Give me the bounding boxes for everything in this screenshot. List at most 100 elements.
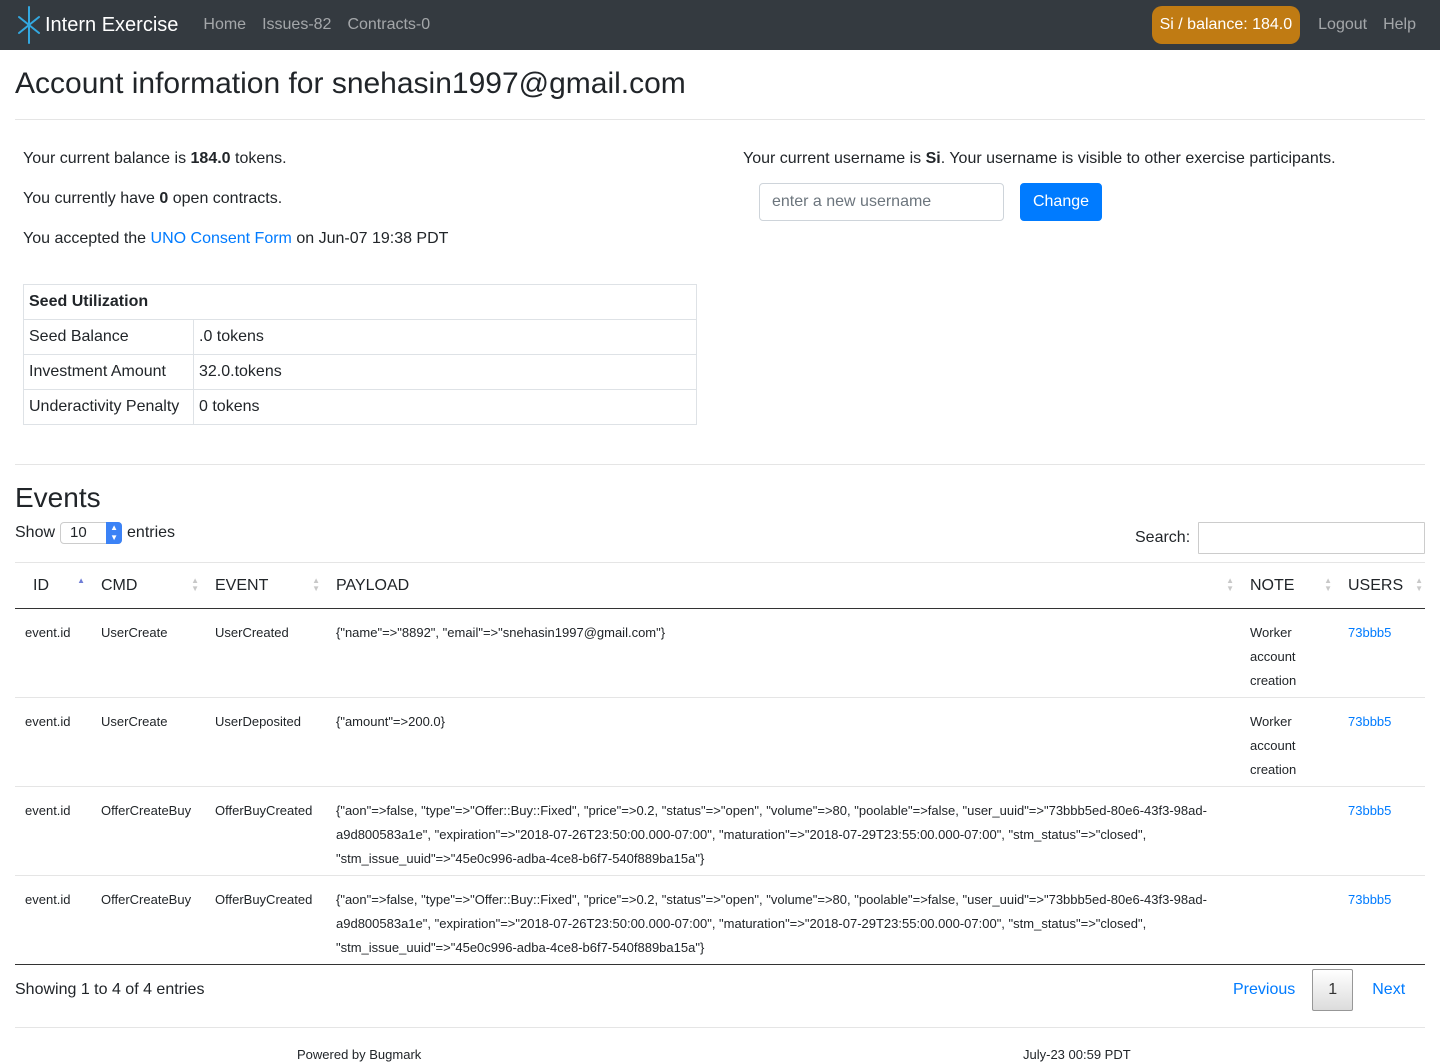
contracts-info: You currently have 0 open contracts. bbox=[23, 190, 282, 208]
balance-info: Your current balance is 184.0 tokens. bbox=[23, 150, 287, 168]
seed-label: Seed Balance bbox=[23, 319, 194, 355]
nav-home[interactable]: Home bbox=[203, 16, 246, 34]
navbar-right: Si / balance: 184.0 Logout Help bbox=[1151, 0, 1416, 50]
previous-page-button[interactable]: Previous bbox=[1216, 969, 1312, 1011]
seed-table-title: Seed Utilization bbox=[23, 284, 697, 320]
event-name: UserDeposited bbox=[205, 697, 326, 787]
table-row: event.id UserCreate UserDeposited {"amou… bbox=[15, 697, 1425, 787]
column-header-label: NOTE bbox=[1250, 576, 1295, 594]
change-username-button[interactable]: Change bbox=[1020, 183, 1102, 221]
nav-issues[interactable]: Issues-82 bbox=[262, 16, 331, 34]
event-note bbox=[1240, 875, 1338, 965]
seed-value: .0 tokens bbox=[193, 319, 697, 355]
sort-icon: ▲ ▼ bbox=[312, 576, 320, 593]
event-payload: {"name"=>"8892", "email"=>"snehasin1997@… bbox=[336, 625, 666, 640]
balance-prefix: Your current balance is bbox=[23, 150, 191, 167]
event-note bbox=[1240, 786, 1338, 876]
column-header-note[interactable]: NOTE ▲ ▼ bbox=[1240, 562, 1338, 609]
event-cmd: OfferCreateBuy bbox=[91, 786, 205, 876]
event-user-link[interactable]: 73bbb5 bbox=[1348, 892, 1391, 907]
column-header-id[interactable]: ID ▲ bbox=[15, 562, 91, 609]
sort-icon: ▲ ▼ bbox=[1324, 576, 1332, 593]
event-user-link[interactable]: 73bbb5 bbox=[1348, 803, 1391, 818]
event-id: event.id bbox=[15, 697, 91, 787]
sort-ascending-icon: ▲ bbox=[77, 576, 85, 585]
consent-form-link[interactable]: UNO Consent Form bbox=[151, 230, 292, 247]
username-input[interactable] bbox=[759, 183, 1004, 221]
pagination: Previous 1 Next bbox=[1216, 969, 1422, 1011]
contracts-value: 0 bbox=[159, 190, 169, 207]
username-value: Si bbox=[925, 150, 941, 167]
page-title: Account information for snehasin1997@gma… bbox=[15, 67, 686, 100]
balance-suffix: tokens. bbox=[230, 150, 287, 167]
sort-icon: ▲ ▼ bbox=[191, 576, 199, 593]
event-name: OfferBuyCreated bbox=[205, 875, 326, 965]
event-cmd: UserCreate bbox=[91, 697, 205, 787]
sort-icon: ▲ ▼ bbox=[1415, 576, 1423, 593]
seed-utilization-table: Seed Utilization Seed Balance .0 tokens … bbox=[23, 284, 697, 425]
table-row: event.id OfferCreateBuy OfferBuyCreated … bbox=[15, 786, 1425, 876]
search-label: Search: bbox=[1135, 529, 1191, 546]
divider bbox=[15, 464, 1425, 465]
column-header-event[interactable]: EVENT ▲ ▼ bbox=[205, 562, 326, 609]
seed-label: Underactivity Penalty bbox=[23, 389, 194, 425]
divider bbox=[15, 119, 1425, 120]
show-label: Show bbox=[15, 524, 56, 541]
event-user-link[interactable]: 73bbb5 bbox=[1348, 714, 1391, 729]
column-header-payload[interactable]: PAYLOAD ▲ ▼ bbox=[326, 562, 1240, 609]
sort-icon: ▲ ▼ bbox=[1226, 576, 1234, 593]
footer-powered-by: Powered by Bugmark bbox=[297, 1047, 422, 1062]
brand-name: Intern Exercise bbox=[45, 13, 179, 36]
entries-select[interactable]: 10 ▲ ▼ bbox=[60, 522, 123, 544]
entries-length-control: Show 10 ▲ ▼ entries bbox=[15, 522, 175, 544]
table-row: event.id UserCreate UserCreated {"name"=… bbox=[15, 609, 1425, 698]
column-header-users[interactable]: USERS ▲ ▼ bbox=[1338, 562, 1425, 609]
entries-select-value: 10 bbox=[70, 524, 87, 541]
consent-prefix: You accepted the bbox=[23, 230, 151, 247]
column-header-cmd[interactable]: CMD ▲ ▼ bbox=[91, 562, 205, 609]
nav-logout[interactable]: Logout bbox=[1318, 16, 1367, 34]
column-header-label: ID bbox=[33, 576, 49, 594]
brand-link[interactable]: Intern Exercise bbox=[16, 5, 178, 45]
nav-contracts[interactable]: Contracts-0 bbox=[347, 16, 430, 34]
username-suffix: . Your username is visible to other exer… bbox=[940, 150, 1336, 167]
next-page-button[interactable]: Next bbox=[1353, 969, 1422, 1011]
column-header-label: EVENT bbox=[215, 576, 269, 594]
consent-suffix: on Jun-07 19:38 PDT bbox=[291, 230, 449, 247]
entries-label: entries bbox=[127, 524, 176, 541]
contracts-suffix: open contracts. bbox=[168, 190, 283, 207]
column-header-label: CMD bbox=[101, 576, 138, 594]
column-header-label: PAYLOAD bbox=[336, 576, 410, 594]
nav-help[interactable]: Help bbox=[1383, 16, 1416, 34]
event-payload: {"aon"=>false, "type"=>"Offer::Buy::Fixe… bbox=[326, 786, 1240, 876]
table-row: Seed Balance .0 tokens bbox=[23, 319, 697, 355]
contracts-prefix: You currently have bbox=[23, 190, 160, 207]
balance-badge[interactable]: Si / balance: 184.0 bbox=[1151, 6, 1301, 44]
table-row: Underactivity Penalty 0 tokens bbox=[23, 389, 697, 425]
footer-timestamp: July-23 00:59 PDT bbox=[1023, 1047, 1131, 1062]
table-row: event.id OfferCreateBuy OfferBuyCreated … bbox=[15, 875, 1425, 965]
top-navbar: Intern Exercise Home Issues-82 Contracts… bbox=[0, 0, 1440, 50]
seed-value: 0 tokens bbox=[193, 389, 697, 425]
table-row: Investment Amount 32.0.tokens bbox=[23, 354, 697, 390]
event-note: Worker account creation bbox=[1240, 697, 1338, 787]
page-1-button[interactable]: 1 bbox=[1312, 969, 1354, 1011]
event-payload: {"aon"=>false, "type"=>"Offer::Buy::Fixe… bbox=[326, 875, 1240, 965]
brand-logo-icon bbox=[18, 6, 40, 44]
balance-value: 184.0 bbox=[190, 150, 231, 167]
events-table: ID ▲ CMD ▲ ▼ EVENT ▲ ▼ PAYLOAD ▲ ▼ NOTE ▲ ▼ … bbox=[15, 562, 1425, 965]
event-user-link[interactable]: 73bbb5 bbox=[1348, 625, 1391, 640]
select-arrows-icon: ▲ ▼ bbox=[106, 522, 123, 544]
table-header-row: ID ▲ CMD ▲ ▼ EVENT ▲ ▼ PAYLOAD ▲ ▼ NOTE ▲ ▼ … bbox=[15, 562, 1425, 609]
divider bbox=[15, 1027, 1425, 1028]
event-id: event.id bbox=[15, 875, 91, 965]
username-info: Your current username is Si. Your userna… bbox=[743, 150, 1336, 168]
event-cmd: UserCreate bbox=[101, 625, 168, 640]
username-prefix: Your current username is bbox=[743, 150, 926, 167]
event-note: Worker account creation bbox=[1250, 625, 1297, 688]
search-input[interactable] bbox=[1198, 522, 1425, 554]
consent-info: You accepted the UNO Consent Form on Jun… bbox=[23, 230, 448, 248]
event-cmd: OfferCreateBuy bbox=[91, 875, 205, 965]
event-id: event.id bbox=[15, 786, 91, 876]
table-info: Showing 1 to 4 of 4 entries bbox=[15, 981, 205, 998]
